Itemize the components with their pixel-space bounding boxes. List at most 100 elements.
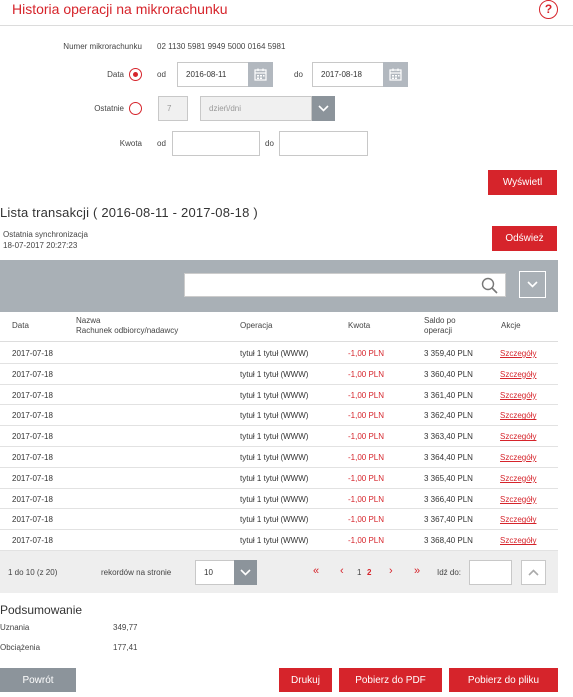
cell-date: 2017-07-18 — [12, 515, 53, 525]
last-unit-select[interactable]: dzień/dni — [200, 96, 312, 121]
details-link[interactable]: Szczegóły — [500, 349, 536, 358]
amount-to-input[interactable] — [279, 131, 368, 156]
table-row: 2017-07-18 tytuł 1 tytuł (WWW) -1,00 PLN 3 … — [0, 343, 558, 364]
cell-date: 2017-07-18 — [12, 411, 53, 421]
amount-from-label: od — [157, 139, 166, 148]
last-radio[interactable] — [129, 102, 142, 115]
refresh-button[interactable]: Odśwież — [492, 226, 557, 251]
transactions-title: Lista transakcji ( 2016-08-11 - 2017-08-… — [0, 205, 258, 220]
cell-amount: -1,00 PLN — [348, 536, 385, 546]
cell-amount: -1,00 PLN — [348, 453, 385, 462]
cell-date: 2017-07-18 — [12, 473, 53, 483]
col-date: Data — [12, 321, 29, 330]
details-link[interactable]: Szczegóły — [500, 474, 536, 483]
cell-amount: -1,00 PLN — [348, 432, 385, 442]
per-page-label: rekordów na stronie — [101, 568, 172, 577]
cell-amount: -1,00 PLN — [348, 411, 385, 421]
search-input[interactable] — [184, 273, 506, 297]
details-link[interactable]: Szczegóły — [500, 411, 536, 420]
table-row: 2017-07-18 tytuł 1 tytuł (WWW) -1,00 PLN 3 … — [0, 468, 558, 489]
table-row: 2017-07-18 tytuł 1 tytuł (WWW) -1,00 PLN 3 … — [0, 405, 558, 427]
header-divider — [0, 25, 573, 26]
table-row: 2017-07-18 tytuł 1 tytuł (WWW) -1,00 PLN 3 … — [0, 509, 558, 531]
print-button[interactable]: Drukuj — [279, 668, 332, 692]
cell-date: 2017-07-18 — [12, 453, 53, 462]
amount-to-label: do — [265, 139, 274, 148]
cell-date: 2017-07-18 — [12, 349, 53, 358]
details-link[interactable]: Szczegóły — [500, 370, 536, 379]
table-row: 2017-07-18 tytuł 1 tytuł (WWW) -1,00 PLN 3 … — [0, 385, 558, 406]
calendar-icon[interactable] — [383, 62, 408, 87]
details-link[interactable]: Szczegóły — [500, 536, 536, 545]
credits-value: 349,77 — [113, 623, 138, 632]
per-page-select[interactable]: 10 — [195, 560, 235, 585]
back-button[interactable]: Powrót — [0, 668, 76, 692]
date-from-label: od — [157, 70, 166, 79]
download-file-button[interactable]: Pobierz do pliku — [449, 668, 558, 692]
page-2-link[interactable]: 2 — [367, 568, 371, 577]
last-label: Ostatnie — [94, 104, 124, 113]
cell-balance: 3 361,40 PLN — [424, 390, 473, 400]
cell-operation: tytuł 1 tytuł (WWW) — [240, 390, 309, 400]
date-from-input[interactable]: 2016-08-11 — [177, 62, 249, 87]
cell-amount: -1,00 PLN — [348, 390, 385, 400]
col-balance: Saldo po — [424, 316, 456, 325]
cell-balance: 3 365,40 PLN — [424, 473, 473, 483]
date-to-label: do — [294, 70, 303, 79]
table-row: 2017-07-18 tytuł 1 tytuł (WWW) -1,00 PLN 3 … — [0, 364, 558, 385]
details-link[interactable]: Szczegóły — [500, 391, 536, 400]
goto-input[interactable] — [469, 560, 512, 585]
first-page-button[interactable]: « — [313, 565, 319, 577]
cell-amount: -1,00 PLN — [348, 473, 385, 483]
date-to-input[interactable]: 2017-08-18 — [312, 62, 384, 87]
cell-operation: tytuł 1 tytuł (WWW) — [240, 369, 309, 379]
calendar-icon[interactable] — [248, 62, 273, 87]
cell-balance: 3 359,40 PLN — [424, 349, 473, 358]
cell-operation: tytuł 1 tytuł (WWW) — [240, 453, 309, 462]
cell-operation: tytuł 1 tytuł (WWW) — [240, 494, 309, 504]
pagination-range: 1 do 10 (z 20) — [8, 568, 58, 577]
show-button[interactable]: Wyświetl — [488, 170, 557, 195]
search-icon[interactable] — [481, 277, 498, 299]
credits-label: Uznania — [0, 623, 30, 632]
details-link[interactable]: Szczegóły — [500, 453, 536, 462]
next-page-button[interactable]: › — [389, 565, 393, 577]
last-count-input[interactable]: 7 — [158, 96, 188, 121]
cell-operation: tytuł 1 tytuł (WWW) — [240, 515, 309, 525]
account-number-value: 02 1130 5981 9949 5000 0164 5981 — [157, 42, 286, 51]
cell-operation: tytuł 1 tytuł (WWW) — [240, 432, 309, 442]
amount-from-input[interactable] — [172, 131, 260, 156]
col-name-sub: Rachunek odbiorcy/nadawcy — [76, 326, 179, 335]
cell-balance: 3 362,40 PLN — [424, 411, 473, 421]
prev-page-button[interactable]: ‹ — [340, 565, 344, 577]
help-icon[interactable]: ? — [539, 0, 558, 19]
details-link[interactable]: Szczegóły — [500, 432, 536, 441]
cell-operation: tytuł 1 tytuł (WWW) — [240, 411, 309, 421]
date-label: Data — [107, 70, 124, 79]
cell-balance: 3 364,40 PLN — [424, 453, 473, 462]
col-actions: Akcje — [501, 321, 521, 330]
date-radio[interactable] — [129, 68, 142, 81]
cell-amount: -1,00 PLN — [348, 494, 385, 504]
page-title: Historia operacji na mikrorachunku — [12, 1, 228, 17]
details-link[interactable]: Szczegóły — [500, 515, 536, 524]
page-1-link[interactable]: 1 — [357, 568, 361, 577]
debits-value: 177,41 — [113, 643, 138, 652]
cell-balance: 3 360,40 PLN — [424, 369, 473, 379]
col-operation: Operacja — [240, 321, 273, 330]
chevron-down-icon[interactable] — [312, 96, 335, 121]
goto-label: Idź do: — [437, 568, 462, 577]
cell-balance: 3 366,40 PLN — [424, 494, 473, 504]
details-link[interactable]: Szczegóły — [500, 495, 536, 504]
col-amount: Kwota — [348, 321, 371, 330]
cell-balance: 3 368,40 PLN — [424, 536, 473, 546]
last-page-button[interactable]: » — [414, 565, 420, 577]
table-row: 2017-07-18 tytuł 1 tytuł (WWW) -1,00 PLN 3 … — [0, 489, 558, 510]
amount-label: Kwota — [119, 139, 142, 148]
download-pdf-button[interactable]: Pobierz do PDF — [339, 668, 442, 692]
chevron-down-icon[interactable] — [519, 271, 546, 298]
table-row: 2017-07-18 tytuł 1 tytuł (WWW) -1,00 PLN 3 … — [0, 447, 558, 468]
chevron-up-icon[interactable] — [521, 560, 546, 585]
cell-operation: tytuł 1 tytuł (WWW) — [240, 349, 309, 358]
chevron-down-icon[interactable] — [234, 560, 257, 585]
